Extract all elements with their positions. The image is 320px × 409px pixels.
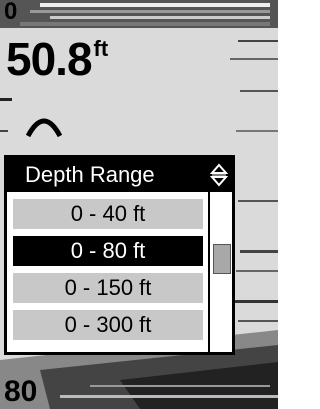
depth-scale-bottom: 80 bbox=[4, 375, 38, 408]
up-down-arrows-icon bbox=[210, 163, 228, 187]
menu-item-label: 0 - 80 ft bbox=[70, 238, 146, 263]
menu-item-label: 0 - 150 ft bbox=[64, 275, 152, 300]
depth-unit: ft bbox=[93, 36, 109, 61]
depth-range-menu: Depth Range 0 - 40 ft 0 - 80 ft 0 - 150 … bbox=[4, 155, 235, 355]
menu-title: Depth Range bbox=[25, 162, 155, 187]
menu-scrollbar[interactable] bbox=[208, 192, 232, 352]
menu-item[interactable]: 0 - 80 ft bbox=[13, 236, 203, 266]
menu-item[interactable]: 0 - 300 ft bbox=[13, 310, 203, 340]
menu-item[interactable]: 0 - 150 ft bbox=[13, 273, 203, 303]
fish-arch-icon bbox=[26, 118, 62, 138]
menu-item-label: 0 - 40 ft bbox=[70, 201, 146, 226]
scroll-thumb[interactable] bbox=[213, 244, 231, 274]
depth-readout: 50.8 ft bbox=[6, 34, 108, 84]
menu-item[interactable]: 0 - 40 ft bbox=[13, 199, 203, 229]
surface-reading: 0 bbox=[4, 0, 18, 25]
menu-items: 0 - 40 ft 0 - 80 ft 0 - 150 ft 0 - 300 f… bbox=[13, 199, 203, 347]
menu-item-label: 0 - 300 ft bbox=[64, 312, 152, 337]
sonar-screen: 0 50.8 ft 80 Depth Range 0 - 40 ft 0 - 8… bbox=[0, 0, 278, 409]
menu-header: Depth Range bbox=[7, 158, 232, 192]
depth-value: 50.8 bbox=[6, 33, 93, 85]
